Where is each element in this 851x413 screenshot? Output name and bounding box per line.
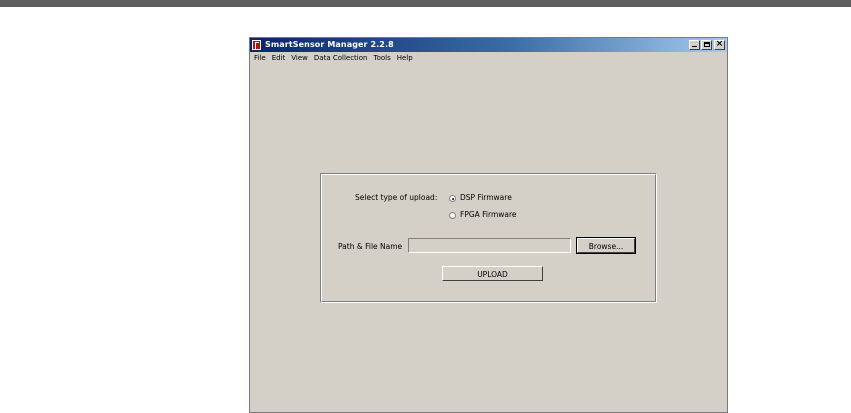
app-window: SmartSensor Manager 2.2.8 × File Edit Vi… bbox=[249, 37, 728, 413]
maximize-icon bbox=[704, 42, 710, 47]
menu-help[interactable]: Help bbox=[394, 52, 416, 64]
minimize-button[interactable] bbox=[689, 40, 700, 50]
upload-panel: Select type of upload: DSP Firmware FPGA… bbox=[320, 173, 657, 303]
window-title: SmartSensor Manager 2.2.8 bbox=[265, 40, 394, 49]
menu-view[interactable]: View bbox=[288, 52, 311, 64]
dsp-firmware-radio[interactable] bbox=[449, 195, 456, 202]
maximize-button[interactable] bbox=[701, 40, 712, 50]
menu-tools[interactable]: Tools bbox=[370, 52, 393, 64]
fpga-firmware-radio[interactable] bbox=[449, 212, 456, 219]
upload-button[interactable]: UPLOAD bbox=[442, 266, 543, 281]
title-bar[interactable]: SmartSensor Manager 2.2.8 × bbox=[250, 38, 727, 52]
path-file-name-label: Path & File Name bbox=[338, 242, 403, 251]
close-icon: × bbox=[715, 39, 724, 49]
minimize-icon bbox=[692, 46, 697, 47]
close-button[interactable]: × bbox=[714, 39, 725, 50]
menu-edit[interactable]: Edit bbox=[269, 52, 289, 64]
app-logo-icon bbox=[252, 40, 261, 50]
upload-type-label: Select type of upload: bbox=[355, 193, 438, 202]
menu-bar: File Edit View Data Collection Tools Hel… bbox=[250, 52, 727, 64]
window-controls: × bbox=[689, 39, 725, 50]
browse-button[interactable]: Browse... bbox=[576, 237, 636, 254]
top-border-bar bbox=[0, 0, 851, 7]
menu-data-collection[interactable]: Data Collection bbox=[311, 52, 371, 64]
dsp-firmware-label[interactable]: DSP Firmware bbox=[460, 193, 512, 202]
path-file-name-input[interactable] bbox=[408, 238, 571, 253]
menu-file[interactable]: File bbox=[250, 52, 269, 64]
fpga-firmware-label[interactable]: FPGA Firmware bbox=[460, 210, 517, 219]
